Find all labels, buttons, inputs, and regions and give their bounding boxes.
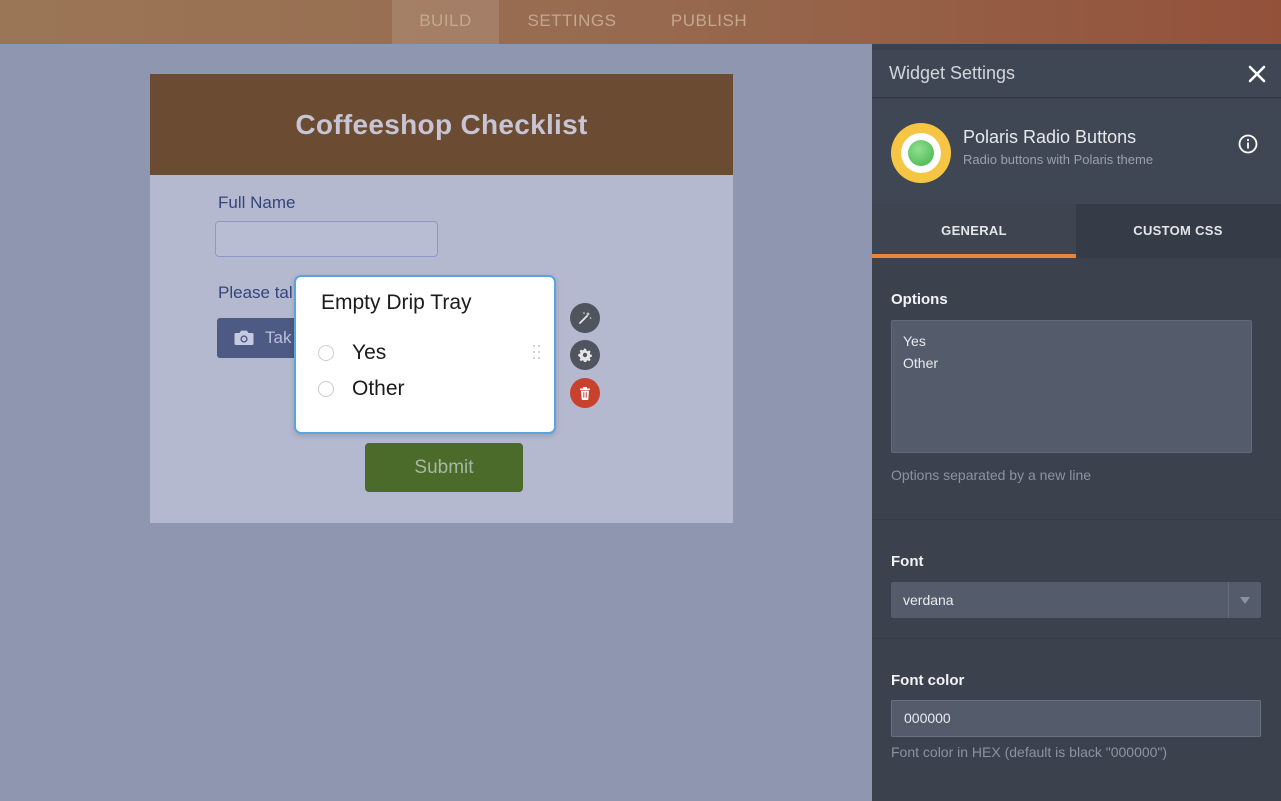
widget-settings-panel: Widget Settings Polaris Radio Buttons Ra… [872, 44, 1281, 801]
photo-question-label: Please tal [218, 283, 293, 302]
tab-build[interactable]: BUILD [392, 0, 499, 44]
widget-logo [891, 123, 951, 183]
close-icon [1248, 65, 1266, 83]
divider [872, 519, 1281, 520]
camera-icon [234, 330, 254, 345]
form-title[interactable]: Coffeeshop Checklist [295, 109, 587, 141]
radio-circle[interactable] [318, 345, 334, 361]
radio-question[interactable]: Empty Drip Tray [321, 291, 472, 315]
form-header: Coffeeshop Checklist [150, 74, 733, 175]
font-color-label: Font color [891, 672, 965, 689]
font-label: Font [891, 553, 924, 570]
tab-publish[interactable]: PUBLISH [660, 0, 758, 44]
info-icon [1238, 134, 1258, 154]
radio-option-other[interactable]: Other [318, 377, 405, 401]
font-color-input[interactable]: 000000 [891, 700, 1261, 737]
radio-option-label: Yes [352, 341, 387, 364]
widget-name: Polaris Radio Buttons [963, 127, 1137, 147]
active-tab-indicator [872, 254, 1076, 258]
magic-wand-icon [579, 312, 592, 324]
take-photo-label: Tak [265, 328, 292, 347]
info-button[interactable] [1238, 134, 1258, 154]
font-select-value: verdana [903, 592, 954, 608]
panel-tabs: GENERAL CUSTOM CSS [872, 204, 1281, 258]
full-name-label: Full Name [218, 193, 296, 212]
radio-option-label: Other [352, 377, 405, 400]
panel-header: Widget Settings [872, 50, 1281, 98]
close-panel-button[interactable] [1247, 64, 1267, 84]
radio-option-yes[interactable]: Yes [318, 341, 386, 365]
font-select[interactable]: verdana [891, 582, 1261, 618]
radio-circle[interactable] [318, 381, 334, 397]
divider [872, 638, 1281, 639]
tab-custom-css[interactable]: CUSTOM CSS [1076, 204, 1280, 258]
font-color-hint: Font color in HEX (default is black "000… [891, 744, 1168, 760]
submit-button[interactable]: Submit [365, 443, 523, 492]
tab-general[interactable]: GENERAL [872, 204, 1076, 258]
trash-icon [580, 386, 590, 400]
widget-settings-button[interactable] [570, 340, 600, 370]
chevron-down-icon[interactable] [1228, 582, 1261, 618]
options-label: Options [891, 291, 948, 308]
tab-settings[interactable]: SETTINGS [516, 0, 628, 44]
drag-handle-icon[interactable] [533, 345, 541, 361]
options-hint: Options separated by a new line [891, 467, 1092, 483]
widget-info: Polaris Radio Buttons Radio buttons with… [872, 99, 1281, 204]
radio-widget[interactable]: Empty Drip Tray Yes Other [294, 275, 556, 434]
font-color-value: 000000 [904, 710, 951, 726]
delete-widget-button[interactable] [570, 378, 600, 408]
magic-wand-button[interactable] [570, 303, 600, 333]
panel-title: Widget Settings [889, 63, 1016, 83]
gear-icon [578, 348, 592, 362]
options-text: Yes Other [903, 333, 939, 371]
options-textarea[interactable]: Yes Other [891, 320, 1252, 453]
widget-description: Radio buttons with Polaris theme [963, 152, 1154, 167]
top-nav-bar: BUILD SETTINGS PUBLISH [0, 0, 1281, 44]
full-name-input[interactable] [215, 221, 438, 257]
